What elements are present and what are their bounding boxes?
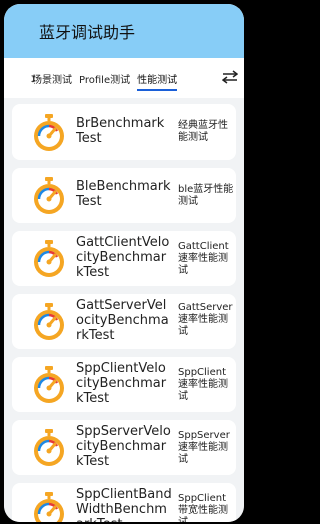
test-list: BrBenchmarkTest 经典蓝牙性能测试 BleBenchmarkTes…	[4, 98, 244, 522]
page-title: 蓝牙调试助手	[39, 23, 136, 42]
test-card[interactable]: SppClientBandWidthBenchmarkTest SppClien…	[12, 483, 236, 522]
tab-performance-test[interactable]: 性能测试	[137, 71, 178, 91]
stopwatch-icon	[34, 366, 64, 403]
title-bar: 蓝牙调试助手	[4, 4, 244, 58]
test-name: SppClientVelocityBenchmarkTest	[76, 361, 167, 406]
stopwatch-icon	[34, 177, 64, 214]
test-description: GattClient速率性能测试	[178, 241, 229, 276]
stopwatch-icon	[34, 240, 64, 277]
stopwatch-icon	[34, 303, 64, 340]
app-window: 蓝牙调试助手 功 场景测试 Profile测试 性能测试	[4, 4, 244, 522]
tab-bar: 功 场景测试 Profile测试 性能测试	[4, 58, 244, 98]
stopwatch-icon	[34, 492, 64, 522]
test-description: SppServer速率性能测试	[178, 430, 230, 465]
test-name: BrBenchmarkTest	[76, 116, 165, 146]
test-card[interactable]: SppClientVelocityBenchmarkTest SppClient…	[12, 357, 236, 412]
tab-scenario-test[interactable]: 场景测试	[32, 71, 72, 86]
test-card[interactable]: SppServerVelocityBenchmarkTest SppServer…	[12, 420, 236, 475]
test-name: SppServerVelocityBenchmarkTest	[76, 424, 171, 469]
test-name: GattClientVelocityBenchmarkTest	[76, 235, 170, 280]
test-description: SppClient速率性能测试	[178, 367, 228, 402]
test-description: 经典蓝牙性能测试	[178, 120, 228, 143]
swap-icon[interactable]	[222, 70, 238, 84]
test-card[interactable]: BleBenchmarkTest ble蓝牙性能测试	[12, 168, 236, 223]
test-description: ble蓝牙性能测试	[178, 184, 234, 207]
tab-profile-test[interactable]: Profile测试	[79, 71, 130, 86]
test-name: SppClientBandWidthBenchmarkTest	[76, 487, 172, 522]
test-name: GattServerVelocityBenchmarkTest	[76, 298, 169, 343]
test-description: GattServer速率性能测试	[178, 302, 233, 337]
stopwatch-icon	[34, 114, 64, 151]
test-card[interactable]: BrBenchmarkTest 经典蓝牙性能测试	[12, 104, 236, 160]
stopwatch-icon	[34, 429, 64, 466]
test-name: BleBenchmarkTest	[76, 179, 171, 209]
test-card[interactable]: GattServerVelocityBenchmarkTest GattServ…	[12, 294, 236, 349]
test-card[interactable]: GattClientVelocityBenchmarkTest GattClie…	[12, 231, 236, 286]
test-description: SppClient带宽性能测试	[178, 493, 228, 522]
